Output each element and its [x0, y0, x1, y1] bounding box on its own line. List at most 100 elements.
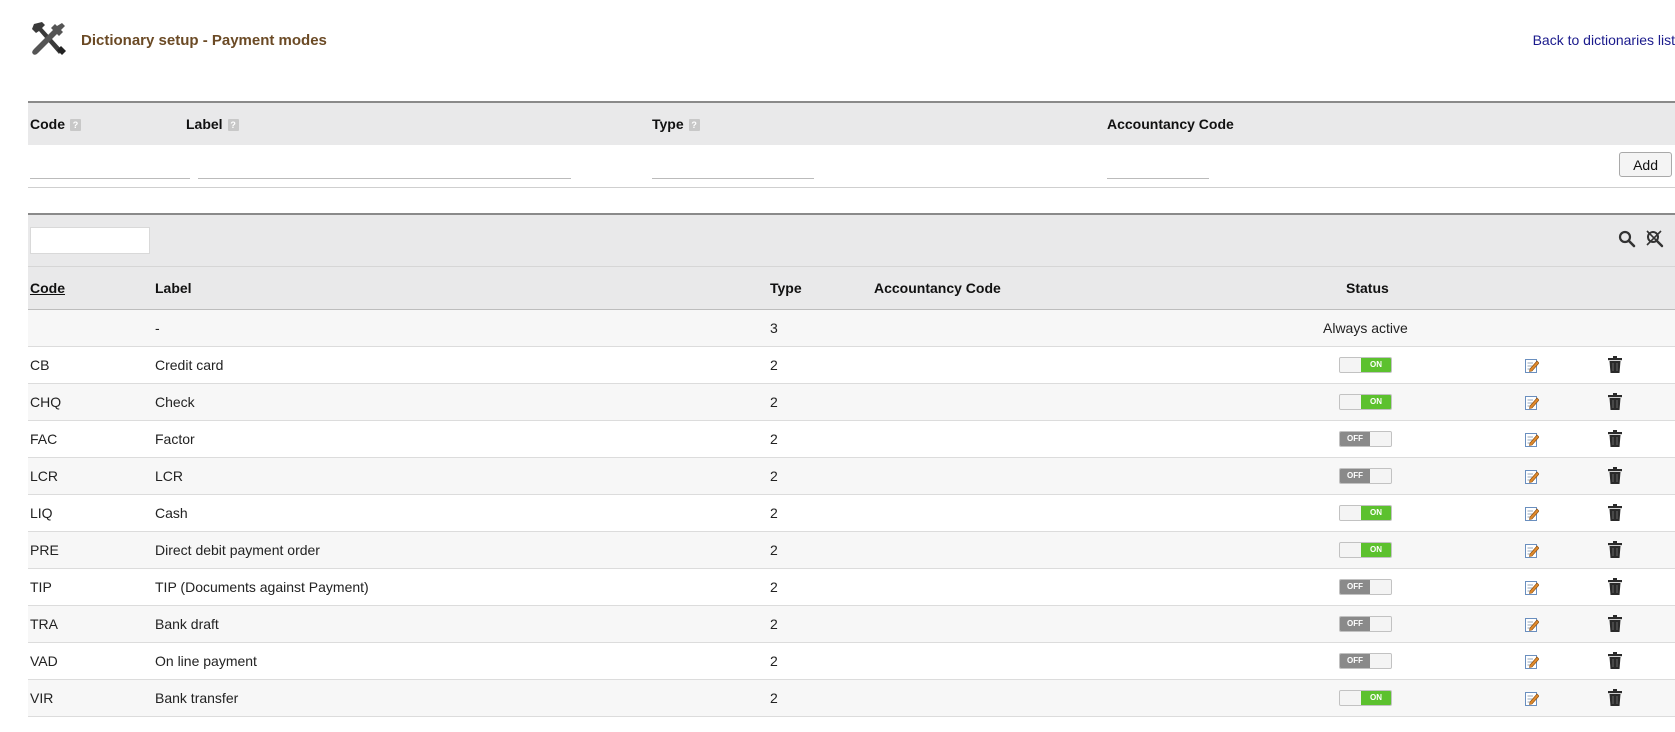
table-row: TIP TIP (Documents against Payment) 2 OFF	[28, 569, 1675, 606]
back-to-dictionaries-link[interactable]: Back to dictionaries list	[1533, 32, 1675, 48]
status-toggle[interactable]: ON	[1339, 542, 1392, 558]
add-entry-form: Code? Label? Type? Accountancy Code Add	[28, 101, 1675, 188]
add-form-header: Code? Label? Type? Accountancy Code	[28, 103, 1675, 145]
trash-icon[interactable]	[1608, 541, 1622, 558]
column-header-accountancy-code[interactable]: Accountancy Code	[874, 280, 1001, 296]
toggle-knob	[1368, 469, 1391, 483]
edit-icon[interactable]	[1525, 580, 1539, 595]
toggle-knob	[1340, 358, 1362, 372]
cell-type: 2	[770, 394, 778, 410]
page-title: Dictionary setup - Payment modes	[81, 32, 327, 49]
table-row: TRA Bank draft 2 OFF	[28, 606, 1675, 643]
cell-label: Bank draft	[155, 616, 219, 632]
cell-label: Credit card	[155, 357, 224, 373]
toggle-label: ON	[1361, 395, 1391, 409]
toggle-label: ON	[1361, 543, 1391, 557]
cell-code: VAD	[30, 653, 58, 669]
status-toggle[interactable]: ON	[1339, 357, 1392, 373]
status-toggle[interactable]: ON	[1339, 690, 1392, 706]
column-header-code[interactable]: Code	[30, 280, 65, 296]
toggle-knob	[1368, 617, 1391, 631]
cell-type: 3	[770, 320, 778, 336]
cell-code: LCR	[30, 468, 59, 484]
edit-icon[interactable]	[1525, 395, 1539, 410]
cell-label: Direct debit payment order	[155, 542, 320, 558]
toggle-label: ON	[1361, 506, 1391, 520]
help-icon[interactable]: ?	[227, 119, 239, 132]
cell-type: 2	[770, 616, 778, 632]
code-input[interactable]	[30, 157, 190, 179]
label-input[interactable]	[198, 157, 571, 179]
cell-type: 2	[770, 542, 778, 558]
filter-row	[28, 215, 1675, 267]
trash-icon[interactable]	[1608, 652, 1622, 669]
edit-icon[interactable]	[1525, 469, 1539, 484]
status-text: Always active	[1323, 320, 1408, 336]
trash-icon[interactable]	[1608, 393, 1622, 410]
edit-icon[interactable]	[1525, 506, 1539, 521]
cell-type: 2	[770, 357, 778, 373]
search-icon[interactable]	[1617, 229, 1637, 249]
tools-icon	[32, 22, 66, 55]
cell-code: CHQ	[30, 394, 62, 410]
toggle-label: OFF	[1340, 580, 1370, 594]
type-input[interactable]	[652, 157, 814, 179]
table-row: FAC Factor 2 OFF	[28, 421, 1675, 458]
add-header-label: Label?	[186, 116, 239, 132]
table-row: VIR Bank transfer 2 ON	[28, 680, 1675, 717]
toggle-knob	[1368, 432, 1391, 446]
add-form-inputs: Add	[28, 145, 1675, 188]
edit-icon[interactable]	[1525, 543, 1539, 558]
edit-icon[interactable]	[1525, 654, 1539, 669]
cell-code: PRE	[30, 542, 59, 558]
add-button[interactable]: Add	[1619, 152, 1672, 177]
column-header-type[interactable]: Type	[770, 280, 802, 296]
cell-type: 2	[770, 431, 778, 447]
status-toggle[interactable]: OFF	[1339, 616, 1392, 632]
cell-label: Bank transfer	[155, 690, 239, 706]
help-icon[interactable]: ?	[70, 119, 81, 132]
accountancy-code-input[interactable]	[1107, 157, 1209, 179]
trash-icon[interactable]	[1608, 430, 1622, 447]
column-header-label[interactable]: Label	[155, 280, 192, 296]
edit-icon[interactable]	[1525, 432, 1539, 447]
edit-icon[interactable]	[1525, 691, 1539, 706]
clear-filter-icon[interactable]	[1645, 229, 1665, 249]
cell-label: Cash	[155, 505, 188, 521]
trash-icon[interactable]	[1608, 504, 1622, 521]
toggle-label: OFF	[1340, 432, 1370, 446]
column-headers: Code Label Type Accountancy Code Status	[28, 267, 1675, 310]
trash-icon[interactable]	[1608, 615, 1622, 632]
toggle-knob	[1368, 654, 1391, 668]
trash-icon[interactable]	[1608, 356, 1622, 373]
help-icon[interactable]: ?	[688, 119, 700, 132]
table-row: VAD On line payment 2 OFF	[28, 643, 1675, 680]
trash-icon[interactable]	[1608, 467, 1622, 484]
status-toggle[interactable]: OFF	[1339, 468, 1392, 484]
status-toggle[interactable]: OFF	[1339, 431, 1392, 447]
status-toggle[interactable]: OFF	[1339, 653, 1392, 669]
status-toggle[interactable]: ON	[1339, 505, 1392, 521]
cell-type: 2	[770, 468, 778, 484]
code-filter-input[interactable]	[30, 227, 150, 254]
cell-label: -	[155, 320, 160, 336]
page-header: Dictionary setup - Payment modes Back to…	[28, 18, 1675, 60]
trash-icon[interactable]	[1608, 578, 1622, 595]
cell-type: 2	[770, 505, 778, 521]
cell-type: 2	[770, 690, 778, 706]
edit-icon[interactable]	[1525, 358, 1539, 373]
status-toggle[interactable]: OFF	[1339, 579, 1392, 595]
status-toggle[interactable]: ON	[1339, 394, 1392, 410]
toggle-knob	[1340, 691, 1362, 705]
toggle-label: ON	[1361, 691, 1391, 705]
table-row: - 3 Always active	[28, 310, 1675, 347]
column-header-status[interactable]: Status	[1346, 280, 1389, 296]
cell-type: 2	[770, 653, 778, 669]
trash-icon[interactable]	[1608, 689, 1622, 706]
cell-code: CB	[30, 357, 50, 373]
cell-code: VIR	[30, 690, 54, 706]
add-header-accountancy-code: Accountancy Code	[1107, 116, 1234, 132]
table-row: LCR LCR 2 OFF	[28, 458, 1675, 495]
edit-icon[interactable]	[1525, 617, 1539, 632]
cell-label: TIP (Documents against Payment)	[155, 579, 369, 595]
